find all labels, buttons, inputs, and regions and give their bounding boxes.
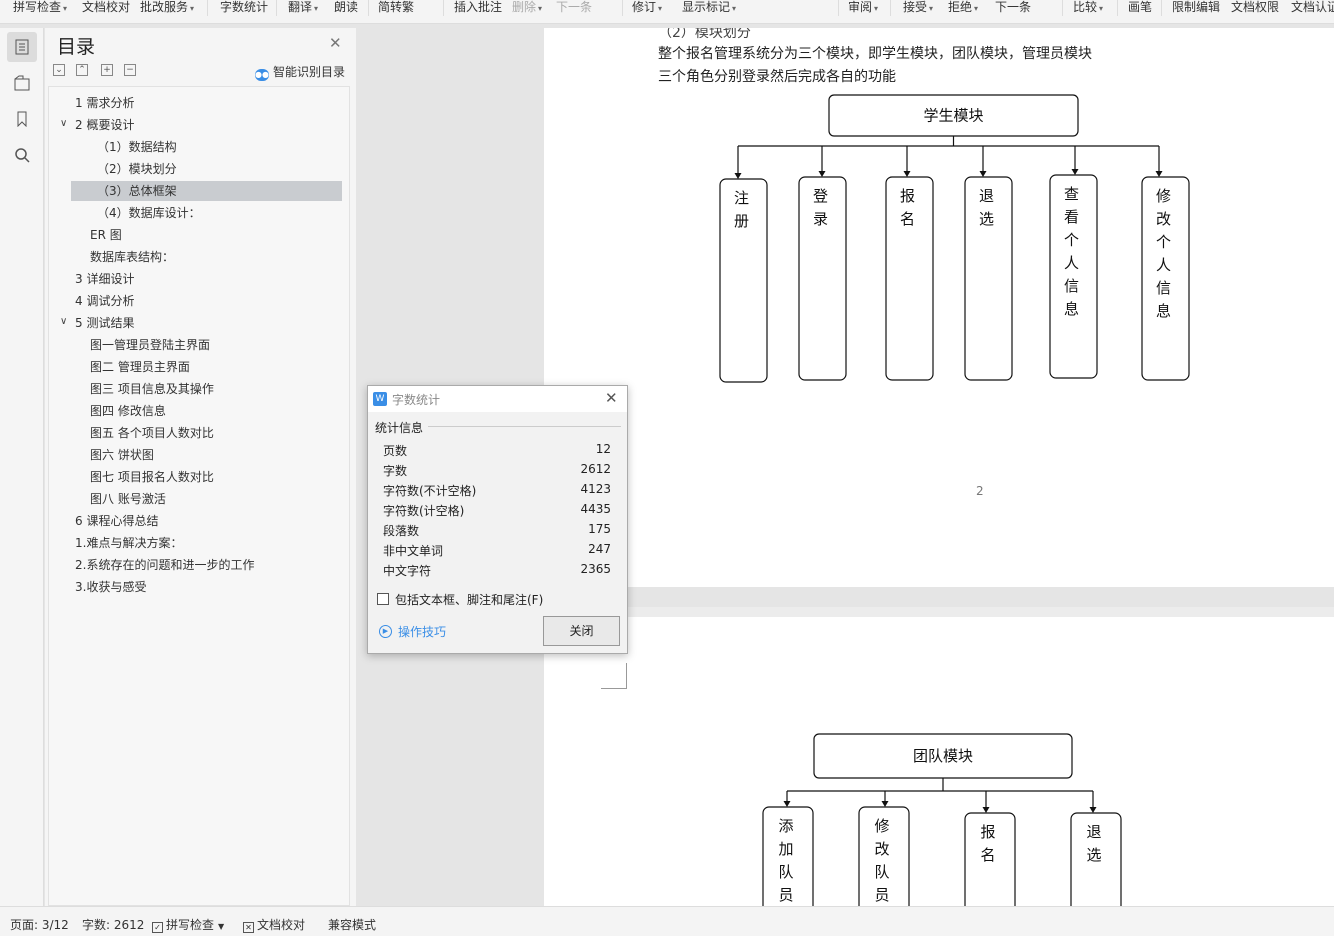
stat-value: 175 bbox=[588, 522, 611, 536]
proofread-label: 文档校对 bbox=[257, 918, 306, 932]
wps-logo-icon: W bbox=[373, 392, 387, 406]
arrowhead bbox=[818, 171, 826, 177]
status-bar: 页面: 3/12 字数: 2612 ✓ 拼写检查 ▼ ✕ 文档校对 兼容模式 bbox=[0, 906, 1334, 936]
arrowhead bbox=[982, 807, 990, 813]
arrowhead bbox=[1089, 807, 1097, 813]
child-node bbox=[798, 176, 847, 381]
arrowhead bbox=[979, 171, 987, 177]
include-textboxes-checkbox[interactable] bbox=[377, 593, 389, 605]
proofread-icon: ✕ bbox=[243, 922, 254, 933]
child-node bbox=[964, 176, 1013, 381]
stat-label: 字符数(计空格) bbox=[383, 504, 465, 518]
stat-value: 2365 bbox=[580, 562, 611, 576]
stat-label: 字数 bbox=[383, 464, 408, 478]
stat-value: 12 bbox=[595, 442, 611, 456]
dialog-titlebar: W 字数统计 ✕ bbox=[368, 386, 627, 412]
play-icon[interactable]: ▶ bbox=[379, 625, 392, 638]
arrowhead bbox=[1155, 171, 1163, 177]
arrowhead bbox=[881, 801, 889, 807]
stat-value: 2612 bbox=[580, 462, 611, 476]
module-diagrams: 学生模块注册登录报名退选查看个人信息修改个人信息团队模块添加队员修改队员报名退选 bbox=[719, 94, 1190, 906]
stat-label: 字符数(不计空格) bbox=[383, 484, 477, 498]
stat-label: 中文字符 bbox=[383, 564, 432, 578]
stat-value: 247 bbox=[588, 542, 611, 556]
stat-value: 4435 bbox=[580, 502, 611, 516]
child-node bbox=[719, 178, 768, 383]
arrowhead bbox=[903, 171, 911, 177]
stat-label: 段落数 bbox=[383, 524, 420, 538]
stats-section-title: 统计信息 bbox=[375, 421, 424, 435]
spell-check-label: 拼写检查 bbox=[166, 918, 215, 932]
arrowhead bbox=[783, 801, 791, 807]
divider bbox=[428, 426, 621, 427]
word-count-dialog: W 字数统计 ✕ 统计信息 页数 12 字数 2612 字符数(不计空格) 4123 字符数… bbox=[367, 385, 628, 654]
close-icon[interactable]: ✕ bbox=[605, 389, 618, 407]
chevron-down-icon: ▼ bbox=[218, 922, 225, 931]
stat-label: 页数 bbox=[383, 444, 408, 458]
page-indicator[interactable]: 页面: 3/12 bbox=[10, 916, 69, 933]
close-button[interactable]: 关闭 bbox=[543, 616, 620, 646]
arrowhead bbox=[734, 173, 742, 179]
stat-label: 非中文单词 bbox=[383, 544, 444, 558]
root-node-label: 团队模块 bbox=[913, 747, 973, 765]
word-count-indicator[interactable]: 字数: 2612 bbox=[82, 916, 144, 933]
check-icon: ✓ bbox=[152, 922, 163, 933]
arrowhead bbox=[1071, 169, 1079, 175]
dialog-title: 字数统计 bbox=[392, 393, 441, 407]
child-node bbox=[885, 176, 934, 381]
root-node-label: 学生模块 bbox=[923, 107, 983, 125]
compat-mode: 兼容模式 bbox=[328, 918, 377, 932]
checkbox-label[interactable]: 包括文本框、脚注和尾注(F) bbox=[395, 591, 543, 608]
tips-link[interactable]: 操作技巧 bbox=[398, 623, 446, 640]
proofread-status[interactable]: ✕ 文档校对 bbox=[243, 916, 305, 933]
spell-check-status[interactable]: ✓ 拼写检查 ▼ bbox=[152, 916, 224, 933]
stat-value: 4123 bbox=[580, 482, 611, 496]
